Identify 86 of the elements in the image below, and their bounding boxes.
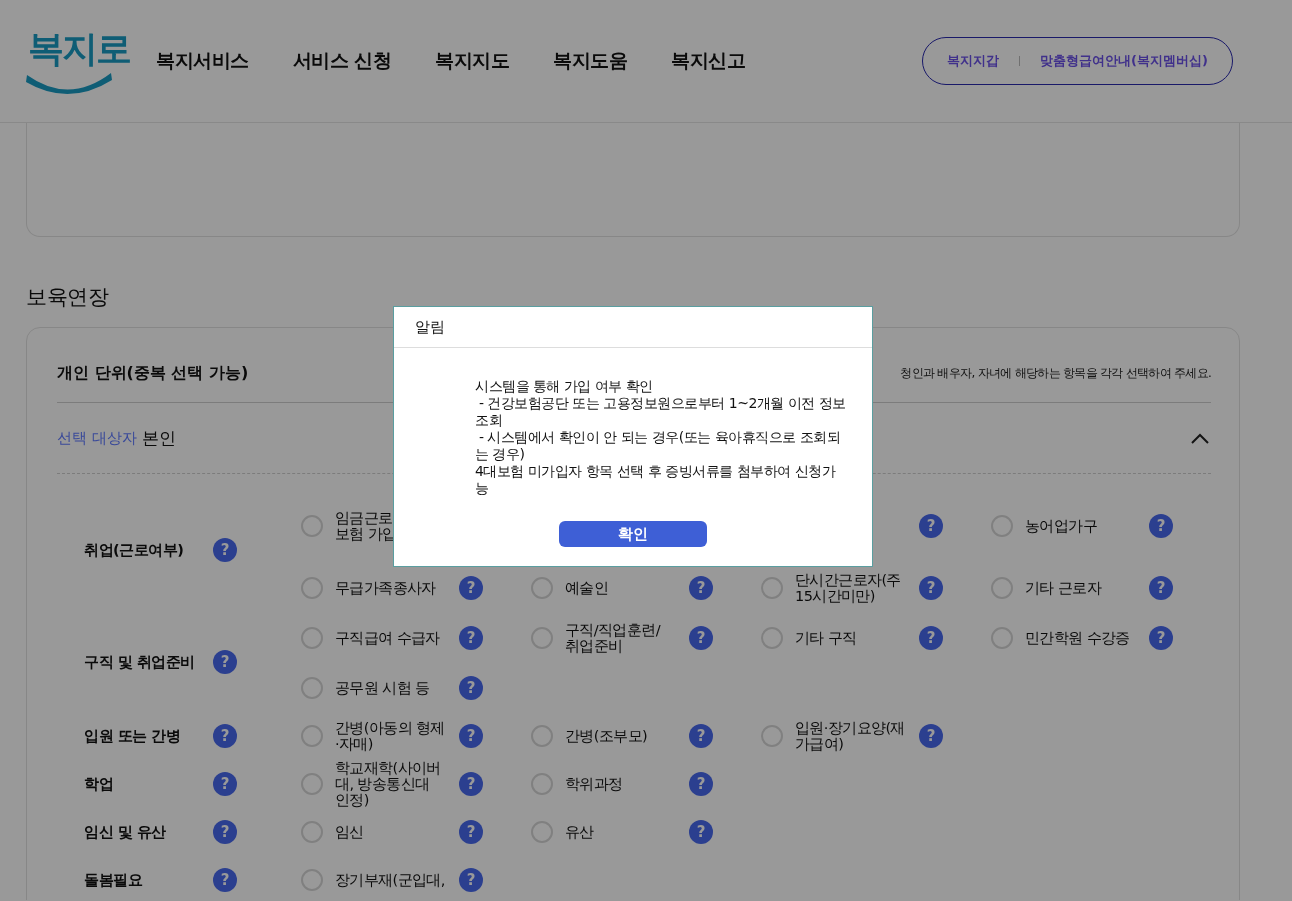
category-label: 학업 [84, 774, 114, 794]
help-icon[interactable]: ? [459, 868, 483, 892]
help-icon[interactable]: ? [689, 820, 713, 844]
help-icon[interactable]: ? [1149, 514, 1173, 538]
help-icon[interactable]: ? [689, 772, 713, 796]
radio-button[interactable] [991, 515, 1013, 537]
help-icon[interactable]: ? [213, 724, 237, 748]
option-label: 구직급여 수급자 [335, 630, 441, 646]
help-icon[interactable]: ? [689, 724, 713, 748]
category-label: 임신 및 유산 [84, 822, 167, 842]
help-icon[interactable]: ? [919, 514, 943, 538]
option-label: 간병(아동의 형제 ·자매) [335, 720, 446, 752]
smile-logo-icon [24, 71, 114, 95]
option-label: 농어업가구 [1025, 518, 1098, 534]
help-icon[interactable]: ? [213, 538, 237, 562]
unit-note: 청인과 배우자, 자녀에 해당하는 항목을 각각 선택하여 주세요. [900, 364, 1211, 382]
radio-button[interactable] [301, 773, 323, 795]
help-icon[interactable]: ? [919, 626, 943, 650]
help-icon[interactable]: ? [689, 576, 713, 600]
option-label: 장기부재(군입대, [335, 872, 446, 888]
help-icon[interactable]: ? [459, 820, 483, 844]
radio-button[interactable] [301, 627, 323, 649]
radio-button[interactable] [531, 627, 553, 649]
logo-text[interactable]: 복지로 [28, 27, 130, 71]
nav-link[interactable]: 복지도움 [553, 48, 628, 74]
nav-link[interactable]: 서비스 신청 [292, 48, 392, 74]
help-icon[interactable]: ? [459, 676, 483, 700]
radio-button[interactable] [301, 677, 323, 699]
radio-button[interactable] [531, 725, 553, 747]
help-icon[interactable]: ? [459, 724, 483, 748]
category-label: 입원 또는 간병 [84, 726, 182, 746]
radio-button[interactable] [761, 725, 783, 747]
help-icon[interactable]: ? [1149, 626, 1173, 650]
radio-button[interactable] [301, 869, 323, 891]
radio-button[interactable] [991, 627, 1013, 649]
nav-link[interactable]: 복지지도 [435, 48, 510, 74]
help-icon[interactable]: ? [459, 626, 483, 650]
radio-button[interactable] [531, 577, 553, 599]
option-label: 기타 근로자 [1025, 580, 1103, 596]
radio-button[interactable] [301, 821, 323, 843]
target-value: 본인 [141, 426, 176, 450]
radio-button[interactable] [991, 577, 1013, 599]
option-label: 간병(조부모) [565, 728, 649, 744]
radio-button[interactable] [531, 773, 553, 795]
radio-button[interactable] [761, 627, 783, 649]
help-icon[interactable]: ? [459, 772, 483, 796]
help-icon[interactable]: ? [213, 820, 237, 844]
option-label: 기타 구직 [795, 630, 858, 646]
option-label: 구직/직업훈련/ 취업준비 [565, 622, 662, 654]
nav-link[interactable]: 복지서비스 [156, 48, 249, 74]
confirm-button[interactable]: 확인 [559, 521, 707, 547]
category-label: 취업(근로여부) [84, 540, 185, 560]
section-title: 보육연장 [26, 284, 110, 311]
category-label: 돌봄필요 [84, 870, 144, 890]
header-link[interactable]: 맞춤형급여안내(복지멤버십) [1040, 52, 1208, 70]
radio-button[interactable] [301, 725, 323, 747]
dialog-message: 시스템을 통해 가입 여부 확인 - 건강보험공단 또는 고용정보원으로부터 1~2개월 이전 정보 조회 - 시스템에서 확인이 안 되는 경우(또는 육아휴직으로 조회되 는 경우) 4대보험 미가입자 항목 선택 후 증빙서류를 첨부하여 신청가 능 [474, 377, 847, 497]
radio-button[interactable] [301, 577, 323, 599]
option-label: 예술인 [565, 580, 610, 596]
category-label: 구직 및 취업준비 [84, 652, 196, 672]
radio-button[interactable] [531, 821, 553, 843]
dialog-title: 알림 [415, 317, 445, 337]
option-label: 공무원 시험 등 [335, 680, 431, 696]
option-label: 임신 [335, 824, 365, 840]
help-icon[interactable]: ? [213, 868, 237, 892]
chevron-icon[interactable] [1191, 432, 1209, 444]
radio-button[interactable] [761, 577, 783, 599]
radio-button[interactable] [301, 515, 323, 537]
option-label: 학교재학(사이버 대, 방송통신대 인정) [335, 760, 442, 808]
option-label: 유산 [565, 824, 595, 840]
help-icon[interactable]: ? [919, 724, 943, 748]
nav-link[interactable]: 복지신고 [671, 48, 746, 74]
option-label: 단시간근로자(주 15시간미만) [795, 572, 902, 604]
help-icon[interactable]: ? [1149, 576, 1173, 600]
option-label: 무급가족종사자 [335, 580, 437, 596]
unit-title: 개인 단위(중복 선택 가능) [57, 362, 249, 384]
header-link[interactable]: 복지지갑 [947, 52, 1000, 70]
help-icon[interactable]: ? [459, 576, 483, 600]
option-label: 민간학원 수강증 [1025, 630, 1131, 646]
help-icon[interactable]: ? [689, 626, 713, 650]
help-icon[interactable]: ? [213, 650, 237, 674]
option-label: 입원·장기요양(재 가급여) [795, 720, 906, 752]
target-label: 선택 대상자 [57, 428, 137, 448]
help-icon[interactable]: ? [919, 576, 943, 600]
option-label: 학위과정 [565, 776, 624, 792]
help-icon[interactable]: ? [213, 772, 237, 796]
